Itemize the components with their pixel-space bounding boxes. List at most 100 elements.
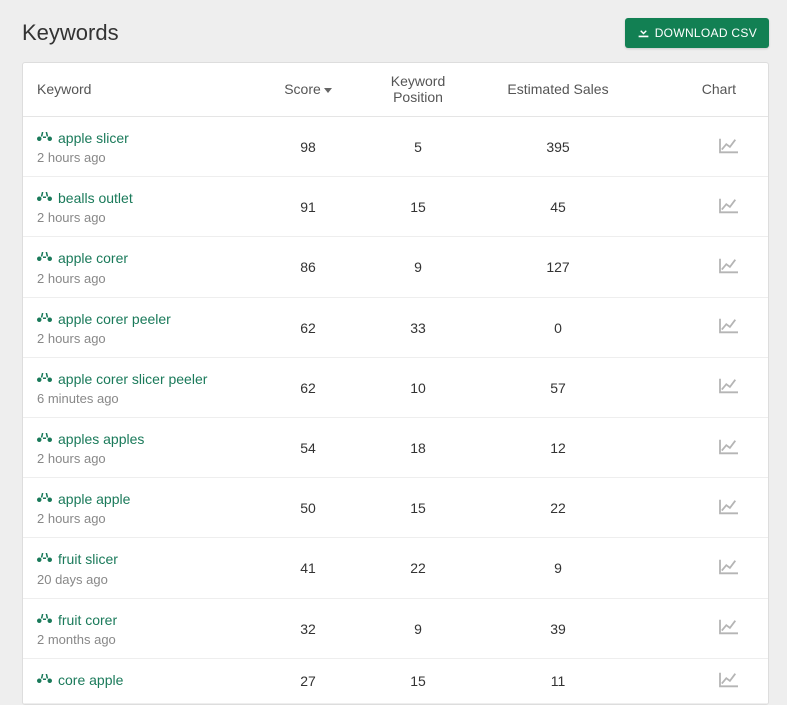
- download-icon: [637, 25, 650, 41]
- download-csv-button[interactable]: DOWNLOAD CSV: [625, 18, 769, 48]
- keyword-link[interactable]: apples apples: [37, 430, 249, 448]
- binoculars-icon: [37, 189, 52, 207]
- chart-icon[interactable]: [718, 377, 740, 395]
- chart-icon[interactable]: [718, 671, 740, 689]
- page-title: Keywords: [22, 20, 119, 46]
- sales-cell: 395: [483, 117, 633, 177]
- keywords-table: Keyword Score Keyword Position Estimated…: [23, 63, 768, 704]
- score-label: Score: [284, 81, 321, 97]
- keyword-text: apple slicer: [58, 129, 129, 147]
- binoculars-icon: [37, 430, 52, 448]
- keyword-text: apple corer: [58, 249, 128, 267]
- score-cell: 27: [263, 658, 353, 703]
- keyword-text: apple corer peeler: [58, 310, 171, 328]
- table-row: apple corer 2 hours ago 869127: [23, 237, 768, 297]
- sales-cell: 57: [483, 357, 633, 417]
- keyword-time: 2 hours ago: [37, 150, 249, 165]
- column-header-score[interactable]: Score: [263, 63, 353, 117]
- keyword-text: core apple: [58, 671, 123, 689]
- score-cell: 62: [263, 297, 353, 357]
- binoculars-icon: [37, 249, 52, 267]
- keyword-time: 2 hours ago: [37, 271, 249, 286]
- score-cell: 50: [263, 478, 353, 538]
- table-row: apple apple 2 hours ago 501522: [23, 478, 768, 538]
- binoculars-icon: [37, 671, 52, 689]
- keyword-text: apples apples: [58, 430, 144, 448]
- table-row: apple slicer 2 hours ago 985395: [23, 117, 768, 177]
- keyword-time: 2 hours ago: [37, 210, 249, 225]
- sales-cell: 45: [483, 177, 633, 237]
- column-header-position[interactable]: Keyword Position: [353, 63, 483, 117]
- keyword-text: bealls outlet: [58, 189, 133, 207]
- table-row: apples apples2 hours ago541812: [23, 417, 768, 477]
- keyword-time: 2 months ago: [37, 632, 249, 647]
- score-cell: 98: [263, 117, 353, 177]
- sales-cell: 9: [483, 538, 633, 598]
- binoculars-icon: [37, 490, 52, 508]
- position-cell: 15: [353, 177, 483, 237]
- sales-cell: 0: [483, 297, 633, 357]
- column-header-keyword[interactable]: Keyword: [23, 63, 263, 117]
- keyword-text: apple corer slicer peeler: [58, 370, 207, 388]
- keyword-link[interactable]: apple corer: [37, 249, 249, 267]
- sales-cell: 22: [483, 478, 633, 538]
- binoculars-icon: [37, 310, 52, 328]
- keyword-link[interactable]: apple slicer: [37, 129, 249, 147]
- position-cell: 5: [353, 117, 483, 177]
- chart-icon[interactable]: [718, 618, 740, 636]
- chart-icon[interactable]: [718, 137, 740, 155]
- keyword-text: fruit corer: [58, 611, 117, 629]
- table-row: apple corer peeler 2 hours ago 62330: [23, 297, 768, 357]
- chart-icon[interactable]: [718, 257, 740, 275]
- keyword-link[interactable]: apple apple: [37, 490, 249, 508]
- score-cell: 32: [263, 598, 353, 658]
- sales-cell: 12: [483, 417, 633, 477]
- score-cell: 62: [263, 357, 353, 417]
- position-cell: 9: [353, 598, 483, 658]
- keyword-text: apple apple: [58, 490, 130, 508]
- chart-icon[interactable]: [718, 317, 740, 335]
- table-row: fruit corer 2 months ago 32939: [23, 598, 768, 658]
- keyword-time: 2 hours ago: [37, 511, 249, 526]
- table-row: bealls outlet 2 hours ago 911545: [23, 177, 768, 237]
- score-cell: 54: [263, 417, 353, 477]
- position-cell: 10: [353, 357, 483, 417]
- score-cell: 41: [263, 538, 353, 598]
- keyword-link[interactable]: core apple: [37, 671, 249, 689]
- score-cell: 91: [263, 177, 353, 237]
- chart-icon[interactable]: [718, 197, 740, 215]
- keyword-link[interactable]: fruit corer: [37, 611, 249, 629]
- position-cell: 18: [353, 417, 483, 477]
- score-cell: 86: [263, 237, 353, 297]
- position-cell: 9: [353, 237, 483, 297]
- chart-icon[interactable]: [718, 498, 740, 516]
- download-label: DOWNLOAD CSV: [655, 26, 757, 40]
- keywords-table-panel: Keyword Score Keyword Position Estimated…: [22, 62, 769, 705]
- sales-cell: 127: [483, 237, 633, 297]
- position-cell: 33: [353, 297, 483, 357]
- column-header-chart: Chart: [633, 63, 768, 117]
- table-row: apple corer slicer peeler 6 minutes ago 62…: [23, 357, 768, 417]
- binoculars-icon: [37, 550, 52, 568]
- keyword-time: 20 days ago: [37, 572, 249, 587]
- sales-cell: 11: [483, 658, 633, 703]
- keyword-link[interactable]: apple corer peeler: [37, 310, 249, 328]
- binoculars-icon: [37, 370, 52, 388]
- sales-cell: 39: [483, 598, 633, 658]
- position-cell: 15: [353, 658, 483, 703]
- binoculars-icon: [37, 611, 52, 629]
- table-row: core apple 271511: [23, 658, 768, 703]
- keyword-link[interactable]: apple corer slicer peeler: [37, 370, 249, 388]
- binoculars-icon: [37, 129, 52, 147]
- sort-desc-icon: [324, 88, 332, 93]
- keyword-time: 2 hours ago: [37, 331, 249, 346]
- keyword-link[interactable]: fruit slicer: [37, 550, 249, 568]
- chart-icon[interactable]: [718, 438, 740, 456]
- table-row: fruit slicer20 days ago41229: [23, 538, 768, 598]
- keyword-text: fruit slicer: [58, 550, 118, 568]
- chart-icon[interactable]: [718, 558, 740, 576]
- keyword-time: 6 minutes ago: [37, 391, 249, 406]
- keyword-link[interactable]: bealls outlet: [37, 189, 249, 207]
- column-header-sales[interactable]: Estimated Sales: [483, 63, 633, 117]
- position-cell: 15: [353, 478, 483, 538]
